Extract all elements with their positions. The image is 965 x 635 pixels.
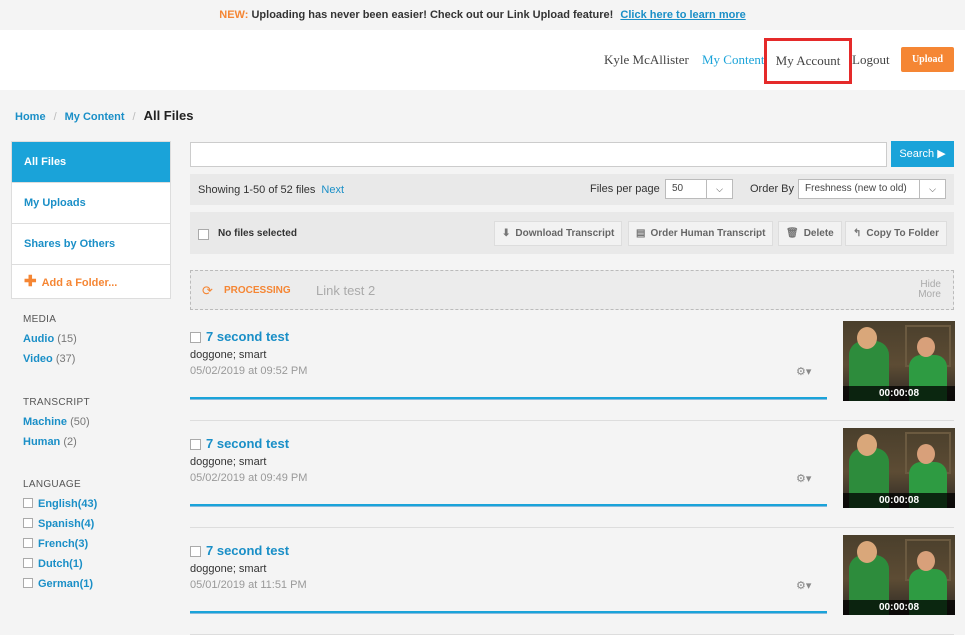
sidebar-item-all-files[interactable]: All Files bbox=[12, 142, 170, 183]
facet-spanish[interactable]: Spanish(4) bbox=[23, 518, 97, 538]
duration-label: 00:00:08 bbox=[843, 493, 955, 508]
duration-label: 00:00:08 bbox=[843, 600, 955, 615]
breadcrumb-home[interactable]: Home bbox=[15, 111, 46, 123]
checkbox[interactable] bbox=[23, 578, 33, 588]
download-transcript-button[interactable]: ⬇ Download Transcript bbox=[494, 221, 623, 246]
upload-button[interactable]: Upload bbox=[901, 47, 954, 72]
facet-header: MEDIA bbox=[23, 314, 57, 325]
file-tags: doggone; smart bbox=[190, 349, 267, 361]
file-row: 7 second test doggone; smart 05/01/2019 … bbox=[190, 535, 955, 635]
pagination-bar: Showing 1-50 of 52 files Next Files per p… bbox=[190, 174, 954, 205]
trash-icon: 🗑 bbox=[786, 228, 799, 239]
processing-item: ⟳ PROCESSING Link test 2 Hide More bbox=[190, 270, 954, 310]
bulk-actions-bar: No files selected ⬇ Download Transcript ▤… bbox=[190, 212, 954, 254]
file-title-link[interactable]: 7 second test bbox=[206, 436, 289, 451]
banner-new-label: NEW: bbox=[219, 9, 249, 21]
select-all-checkbox[interactable] bbox=[198, 229, 209, 240]
duration-label: 00:00:08 bbox=[843, 386, 955, 401]
facet-human[interactable]: Human (2) bbox=[23, 436, 90, 456]
checkbox[interactable] bbox=[23, 538, 33, 548]
order-human-transcript-button[interactable]: ▤ Order Human Transcript bbox=[628, 221, 774, 246]
row-divider bbox=[190, 420, 954, 421]
nav-logout-link[interactable]: Logout bbox=[852, 52, 890, 68]
facet-transcript: TRANSCRIPT Machine (50) Human (2) bbox=[23, 397, 90, 456]
nav-my-content-link[interactable]: My Content bbox=[702, 52, 764, 68]
search-input[interactable] bbox=[190, 142, 887, 167]
sidebar-item-shares-by-others[interactable]: Shares by Others bbox=[12, 224, 170, 265]
files-per-page-label: Files per page bbox=[590, 183, 660, 195]
progress-bar bbox=[190, 504, 827, 507]
delete-button[interactable]: 🗑 Delete bbox=[778, 221, 842, 246]
progress-bar bbox=[190, 397, 827, 400]
facet-german[interactable]: German(1) bbox=[23, 578, 97, 598]
page-title: All Files bbox=[143, 108, 194, 123]
gear-icon[interactable]: ⚙▾ bbox=[796, 579, 811, 592]
file-checkbox[interactable] bbox=[190, 439, 201, 450]
file-checkbox[interactable] bbox=[190, 332, 201, 343]
gear-icon[interactable]: ⚙▾ bbox=[796, 472, 811, 485]
file-row: 7 second test doggone; smart 05/02/2019 … bbox=[190, 321, 955, 429]
file-title-link[interactable]: 7 second test bbox=[206, 329, 289, 344]
files-per-page-select[interactable]: 50 ⌵ bbox=[665, 179, 733, 199]
chevron-down-icon: ⌵ bbox=[919, 180, 945, 198]
chevron-down-icon: ⌵ bbox=[706, 180, 732, 198]
processing-file-name: Link test 2 bbox=[316, 283, 376, 298]
breadcrumb: Home / My Content / All Files bbox=[15, 108, 194, 123]
file-title-link[interactable]: 7 second test bbox=[206, 543, 289, 558]
facet-english[interactable]: English(43) bbox=[23, 498, 97, 518]
order-by-select[interactable]: Freshness (new to old) ⌵ bbox=[798, 179, 946, 199]
nav-my-account-link[interactable]: My Account bbox=[764, 38, 852, 84]
next-page-link[interactable]: Next bbox=[321, 184, 344, 196]
progress-bar bbox=[190, 611, 827, 614]
facet-french[interactable]: French(3) bbox=[23, 538, 97, 558]
plus-icon: ✚ bbox=[24, 273, 37, 290]
checkbox[interactable] bbox=[23, 558, 33, 568]
download-icon: ⬇ bbox=[502, 228, 511, 239]
add-folder-button[interactable]: ✚ Add a Folder... bbox=[12, 265, 170, 298]
facet-header: LANGUAGE bbox=[23, 479, 81, 490]
banner-learn-more-link[interactable]: Click here to learn more bbox=[620, 9, 745, 21]
file-date: 05/01/2019 at 11:51 PM bbox=[190, 579, 307, 591]
facet-machine[interactable]: Machine (50) bbox=[23, 416, 90, 436]
breadcrumb-my-content[interactable]: My Content bbox=[65, 111, 125, 123]
reply-arrow-icon: ↰ bbox=[853, 228, 862, 239]
checkbox[interactable] bbox=[23, 518, 33, 528]
document-icon: ▤ bbox=[636, 228, 646, 239]
file-date: 05/02/2019 at 09:49 PM bbox=[190, 472, 308, 484]
announcement-banner: NEW: Uploading has never been easier! Ch… bbox=[0, 0, 965, 30]
processing-status: PROCESSING bbox=[224, 285, 291, 296]
row-divider bbox=[190, 527, 954, 528]
file-tags: doggone; smart bbox=[190, 563, 267, 575]
file-date: 05/02/2019 at 09:52 PM bbox=[190, 365, 308, 377]
top-header: Kyle McAllister My Content My Account Lo… bbox=[0, 30, 965, 90]
hide-more-toggle[interactable]: Hide More bbox=[918, 280, 941, 300]
gear-icon[interactable]: ⚙▾ bbox=[796, 365, 811, 378]
copy-to-folder-button[interactable]: ↰ Copy To Folder bbox=[845, 221, 947, 246]
order-by-label: Order By bbox=[750, 183, 795, 195]
facet-language: LANGUAGE English(43) Spanish(4) French(3… bbox=[23, 479, 97, 598]
facet-audio[interactable]: Audio (15) bbox=[23, 333, 77, 353]
facet-video[interactable]: Video (37) bbox=[23, 353, 77, 373]
banner-text: Uploading has never been easier! Check o… bbox=[251, 9, 614, 21]
video-thumbnail[interactable]: 00:00:08 bbox=[843, 535, 955, 615]
search-button[interactable]: Search ▶ bbox=[891, 141, 954, 167]
nav-user-name[interactable]: Kyle McAllister bbox=[604, 52, 689, 68]
selection-status: No files selected bbox=[218, 228, 297, 239]
facet-dutch[interactable]: Dutch(1) bbox=[23, 558, 97, 578]
file-checkbox[interactable] bbox=[190, 546, 201, 557]
facet-header: TRANSCRIPT bbox=[23, 397, 90, 408]
refresh-icon: ⟳ bbox=[202, 283, 213, 298]
add-folder-label: Add a Folder... bbox=[41, 277, 118, 289]
facet-media: MEDIA Audio (15) Video (37) bbox=[23, 314, 77, 373]
file-tags: doggone; smart bbox=[190, 456, 267, 468]
showing-count: Showing 1-50 of 52 files Next bbox=[198, 184, 345, 196]
checkbox[interactable] bbox=[23, 498, 33, 508]
file-row: 7 second test doggone; smart 05/02/2019 … bbox=[190, 428, 955, 536]
sidebar-item-my-uploads[interactable]: My Uploads bbox=[12, 183, 170, 224]
sidebar-menu: All Files My Uploads Shares by Others ✚ A… bbox=[11, 141, 171, 299]
video-thumbnail[interactable]: 00:00:08 bbox=[843, 321, 955, 401]
video-thumbnail[interactable]: 00:00:08 bbox=[843, 428, 955, 508]
